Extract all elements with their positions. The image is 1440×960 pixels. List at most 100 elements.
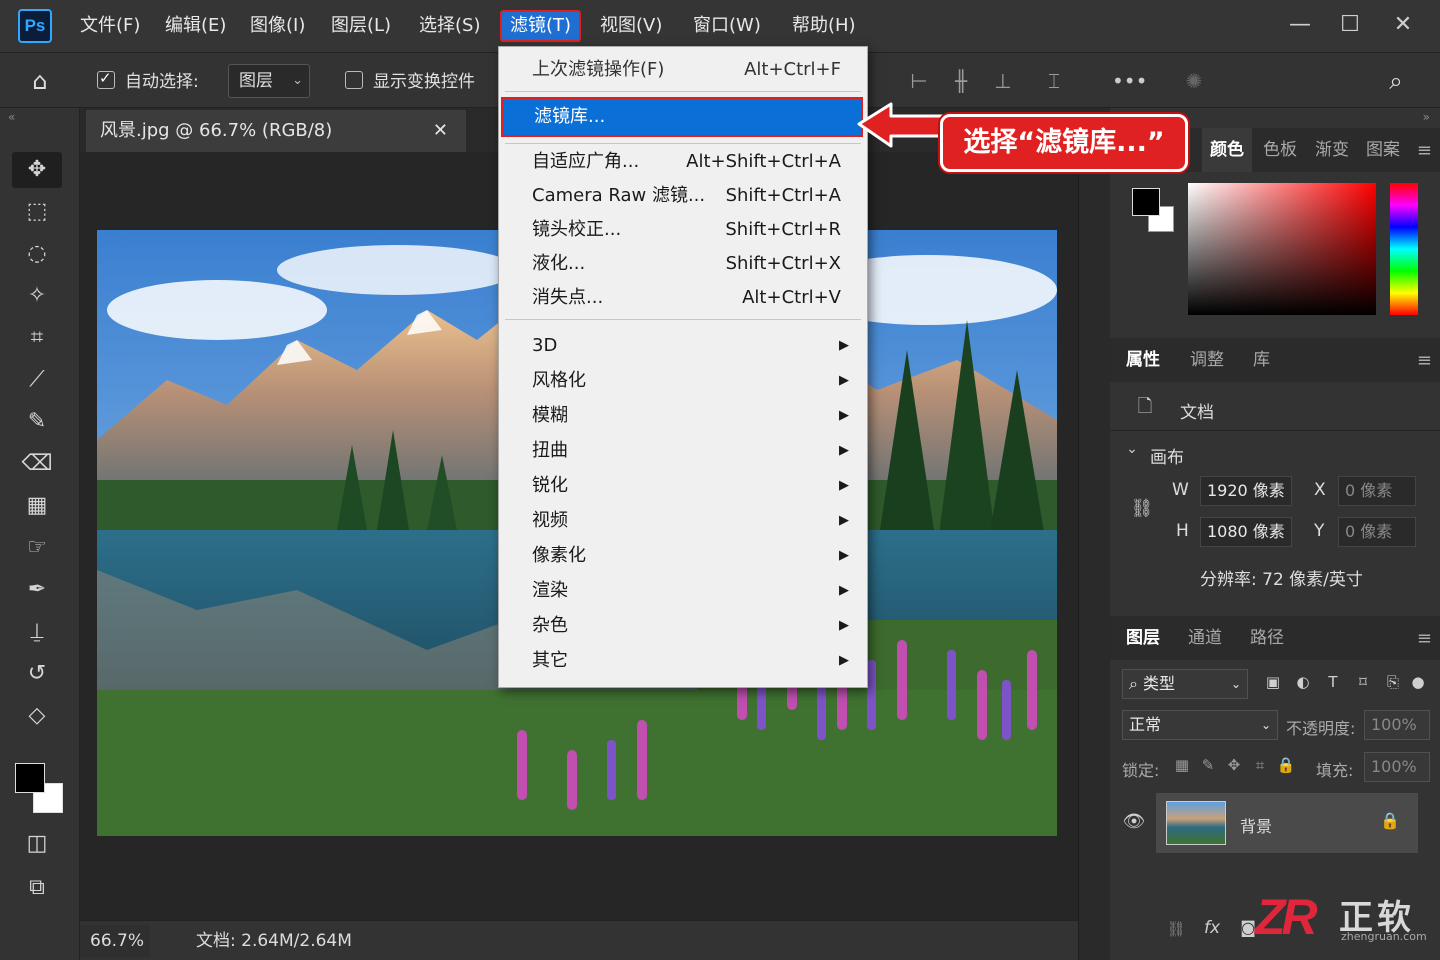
align-left-icon[interactable]: ⊢ (905, 67, 933, 95)
collapse-toolbar-icon[interactable]: « (8, 110, 15, 124)
menu-item-blur[interactable]: 模糊 ▶ (499, 399, 867, 433)
chevron-down-icon[interactable]: ⌄ (1122, 441, 1142, 457)
close-window-icon[interactable]: ✕ (1388, 8, 1418, 42)
menu-filter[interactable]: 滤镜(T) (500, 10, 582, 42)
blend-mode-dropdown[interactable]: 正常 ⌄ (1122, 710, 1278, 740)
tab-libraries[interactable]: 库 (1245, 338, 1278, 382)
menu-help[interactable]: 帮助(H) (784, 10, 864, 42)
menu-image[interactable]: 图像(I) (242, 10, 313, 42)
magic-wand-tool-icon[interactable]: ✧ (12, 278, 62, 314)
lock-image-icon[interactable]: ✎ (1198, 756, 1218, 774)
clone-stamp-tool-icon[interactable]: ⍊ (12, 614, 62, 650)
menu-item-filter-gallery[interactable]: 滤镜库... (501, 97, 863, 137)
quick-mask-icon[interactable]: ◫ (12, 826, 62, 862)
canvas-x-input[interactable]: 0 像素 (1338, 476, 1416, 506)
photoshop-logo[interactable]: Ps (18, 9, 52, 43)
expand-panels-icon[interactable]: » (1423, 110, 1430, 124)
tab-color[interactable]: 颜色 (1202, 128, 1252, 172)
eye-icon[interactable]: 👁 (1122, 811, 1146, 832)
search-icon[interactable]: ⌕ (1382, 67, 1410, 95)
menu-item-video[interactable]: 视频 ▶ (499, 504, 867, 538)
panel-menu-icon[interactable]: ≡ (1417, 140, 1432, 161)
fx-icon[interactable]: fx (1200, 918, 1224, 938)
menu-file[interactable]: 文件(F) (72, 10, 148, 42)
tab-layers[interactable]: 图层 (1118, 616, 1168, 660)
auto-select-checkbox[interactable] (97, 69, 115, 89)
distribute-icon[interactable]: ⌶ (1040, 67, 1068, 95)
align-center-icon[interactable]: ╫ (947, 67, 975, 95)
smudge-tool-icon[interactable]: ☞ (12, 530, 62, 566)
menu-item-noise[interactable]: 杂色 ▶ (499, 609, 867, 643)
gradient-tool-icon[interactable]: ▦ (12, 488, 62, 524)
menu-edit[interactable]: 编辑(E) (157, 10, 234, 42)
tab-adjustments[interactable]: 调整 (1182, 338, 1232, 382)
tab-properties[interactable]: 属性 (1118, 338, 1168, 382)
link-layers-icon[interactable]: ⛓ (1164, 920, 1188, 938)
menu-item-distort[interactable]: 扭曲 ▶ (499, 434, 867, 468)
hue-slider[interactable] (1390, 183, 1418, 315)
lasso-tool-icon[interactable]: ◌ (12, 236, 62, 272)
lock-icon[interactable]: 🔒 (1380, 811, 1400, 830)
canvas-width-input[interactable]: 1920 像素 (1200, 476, 1292, 506)
healing-brush-tool-icon[interactable]: ✎ (12, 404, 62, 440)
history-brush-tool-icon[interactable]: ↺ (12, 656, 62, 692)
lock-artboard-icon[interactable]: ⌗ (1250, 756, 1270, 774)
canvas-y-input[interactable]: 0 像素 (1338, 517, 1416, 547)
image-filter-icon[interactable]: ▣ (1262, 673, 1284, 691)
panel-menu-icon[interactable]: ≡ (1417, 628, 1432, 649)
tab-channels[interactable]: 通道 (1180, 616, 1230, 660)
zoom-level-field[interactable]: 66.7% (80, 925, 150, 957)
shape-filter-icon[interactable]: ⌑ (1352, 673, 1374, 691)
close-icon[interactable]: ✕ (433, 110, 448, 152)
background-eraser-tool-icon[interactable]: ◇ (12, 698, 62, 734)
pen-tool-icon[interactable]: ✒ (12, 572, 62, 608)
lock-position-icon[interactable]: ✥ (1224, 756, 1244, 774)
panel-menu-icon[interactable]: ≡ (1417, 350, 1432, 371)
menu-select[interactable]: 选择(S) (411, 10, 488, 42)
filter-toggle-icon[interactable]: ● (1408, 673, 1428, 691)
menu-item-other[interactable]: 其它 ▶ (499, 644, 867, 678)
menu-window[interactable]: 窗口(W) (685, 10, 769, 42)
menu-item-stylize[interactable]: 风格化 ▶ (499, 364, 867, 398)
adjustment-filter-icon[interactable]: ◐ (1292, 673, 1314, 691)
menu-item-liquify[interactable]: 液化... Shift+Ctrl+X (499, 247, 867, 281)
menu-item-last-filter[interactable]: 上次滤镜操作(F) Alt+Ctrl+F (499, 53, 867, 87)
screen-mode-icon[interactable]: ⧉ (12, 870, 62, 906)
link-icon[interactable]: ⛓ (1130, 498, 1154, 519)
menu-item-vanishing-point[interactable]: 消失点... Alt+Ctrl+V (499, 281, 867, 315)
tab-patterns[interactable]: 图案 (1358, 128, 1408, 172)
menu-item-pixelate[interactable]: 像素化 ▶ (499, 539, 867, 573)
lock-transparency-icon[interactable]: ▦ (1172, 756, 1192, 774)
vertical-scrollbar[interactable] (1078, 152, 1110, 960)
menu-item-3d[interactable]: 3D ▶ (499, 329, 867, 363)
show-transform-checkbox[interactable] (345, 71, 363, 89)
type-filter-icon[interactable]: T (1322, 673, 1344, 691)
menu-item-sharpen[interactable]: 锐化 ▶ (499, 469, 867, 503)
layer-row[interactable]: 背景 🔒 (1156, 793, 1418, 853)
lock-all-icon[interactable]: 🔒 (1276, 756, 1296, 774)
fill-input[interactable]: 100% (1364, 752, 1430, 782)
marquee-tool-icon[interactable]: ⬚ (12, 194, 62, 230)
move-tool-icon[interactable]: ✥ (12, 152, 62, 188)
eyedropper-tool-icon[interactable]: ⟋ (12, 362, 62, 398)
document-size-info[interactable]: 文档: 2.64M/2.64M (186, 925, 422, 957)
canvas-height-input[interactable]: 1080 像素 (1200, 517, 1292, 547)
more-options-icon[interactable]: ••• (1112, 67, 1147, 95)
layer-kind-filter[interactable]: ⌕ 类型 ⌄ (1122, 669, 1248, 699)
auto-select-target-dropdown[interactable]: 图层 ⌄ (228, 64, 310, 98)
tab-swatches[interactable]: 色板 (1255, 128, 1305, 172)
smart-object-filter-icon[interactable]: ⎘ (1382, 673, 1404, 691)
menu-item-render[interactable]: 渲染 ▶ (499, 574, 867, 608)
document-tab[interactable]: 风景.jpg @ 66.7% (RGB/8) ✕ (86, 110, 466, 152)
menu-item-lens-correction[interactable]: 镜头校正... Shift+Ctrl+R (499, 213, 867, 247)
opacity-input[interactable]: 100% (1364, 710, 1430, 740)
color-picker-field[interactable] (1188, 183, 1376, 315)
eraser-tool-icon[interactable]: ⌫ (12, 446, 62, 482)
menu-item-camera-raw[interactable]: Camera Raw 滤镜... Shift+Ctrl+A (499, 179, 867, 213)
maximize-icon[interactable]: ☐ (1335, 8, 1365, 42)
tab-gradients[interactable]: 渐变 (1307, 128, 1357, 172)
home-icon[interactable]: ⌂ (26, 67, 54, 95)
tab-paths[interactable]: 路径 (1242, 616, 1292, 660)
crop-tool-icon[interactable]: ⌗ (12, 320, 62, 356)
align-bottom-icon[interactable]: ⊥ (989, 67, 1017, 95)
